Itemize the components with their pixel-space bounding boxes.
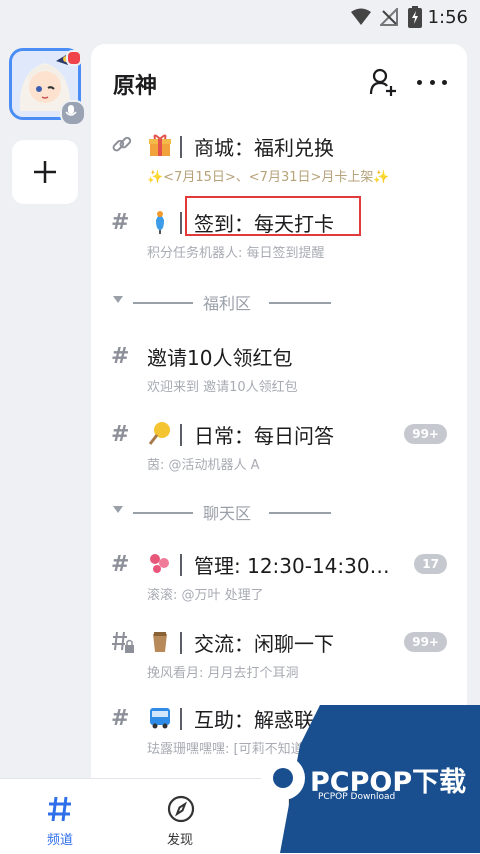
gift-icon <box>149 134 171 156</box>
hash-icon: # <box>111 552 130 577</box>
divider <box>133 302 193 304</box>
hash-icon: # <box>111 210 130 235</box>
cup-icon <box>153 632 167 652</box>
add-user-icon <box>369 68 396 96</box>
watermark-subtext: PCPOP Download <box>318 792 396 802</box>
hash-icon <box>48 796 71 822</box>
unread-badge: 99+ <box>404 424 447 444</box>
channel-title: 互助：解惑联 <box>194 708 314 732</box>
channel-title: 日常：每日问答 <box>194 424 334 448</box>
category-chat[interactable]: 聊天区 <box>91 500 467 524</box>
channel-subtitle: 茵: @活动机器人 A <box>147 458 260 473</box>
chevron-down-icon <box>113 506 123 513</box>
hash-icon: # <box>111 344 130 369</box>
channel-subtitle: 欢迎来到 邀请10人领红包 <box>147 380 298 395</box>
divider <box>133 512 193 514</box>
channel-item-chat[interactable]: 交流：闲聊一下 99+ 挽风看月: 月月去打个耳洞 <box>91 624 467 684</box>
separator <box>180 708 182 730</box>
add-member-button[interactable] <box>369 68 397 100</box>
notification-dot <box>66 50 82 66</box>
guild-name: 原神 <box>113 74 158 99</box>
battery-charging-icon <box>408 6 422 28</box>
channel-item-help[interactable]: # 互助：解惑联 珐露珊嘿嘿嘿: [可莉不知道呀 <box>91 700 467 760</box>
category-welfare[interactable]: 福利区 <box>91 290 467 314</box>
signal-off-icon <box>380 8 398 26</box>
user-icon <box>408 796 434 822</box>
channel-panel: 原神 商城：福利兑换 ✨<7月15日>、<7月31日>月卡上架✨ # 签到：每天… <box>91 44 467 784</box>
hash-icon: # <box>111 706 130 731</box>
channel-subtitle: 珐露珊嘿嘿嘿: [可莉不知道呀 <box>147 742 317 757</box>
divider <box>269 302 331 304</box>
add-guild-button[interactable] <box>12 140 78 204</box>
status-time: 1:56 <box>427 7 468 28</box>
tab-label: 频道 <box>46 833 73 848</box>
tab-channels[interactable]: 频道 <box>0 779 120 854</box>
separator <box>180 424 182 446</box>
channel-subtitle: ✨<7月15日>、<7月31日>月卡上架✨ <box>147 170 390 185</box>
channel-title: 商城：福利兑换 <box>194 136 334 160</box>
bus-icon <box>150 708 170 729</box>
separator <box>180 554 182 576</box>
tab-discover[interactable]: 发现 <box>120 779 240 854</box>
more-options-button[interactable] <box>417 68 447 96</box>
separator <box>180 632 182 654</box>
voice-icon <box>60 100 86 126</box>
tab-label: 发现 <box>166 833 193 848</box>
unread-badge: 17 <box>414 554 447 574</box>
category-label: 聊天区 <box>203 504 252 523</box>
channel-item-daily[interactable]: # 日常：每日问答 99+ 茵: @活动机器人 A <box>91 416 467 476</box>
hash-lock-icon <box>112 631 134 653</box>
channel-subtitle: 积分任务机器人: 每日签到提醒 <box>147 246 325 261</box>
separator <box>180 212 182 234</box>
plus-icon <box>34 161 56 183</box>
channel-subtitle: 挽风看月: 月月去打个耳洞 <box>147 666 299 681</box>
divider <box>269 512 331 514</box>
link-icon <box>112 136 132 152</box>
lollipop-icon <box>148 422 170 445</box>
tab-label: 我 <box>413 833 427 848</box>
channel-item-shop[interactable]: 商城：福利兑换 ✨<7月15日>、<7月31日>月卡上架✨ <box>91 128 467 188</box>
separator <box>180 136 182 158</box>
drink-icon <box>156 211 164 234</box>
tab-label: 消息 <box>286 833 313 848</box>
wifi-icon <box>351 8 371 25</box>
unread-badge: 99+ <box>404 632 447 652</box>
hearts-icon <box>150 554 169 573</box>
category-label: 福利区 <box>203 294 252 313</box>
chevron-down-icon <box>113 296 123 303</box>
channel-title: 邀请10人领红包 <box>147 346 293 370</box>
channel-item-admin[interactable]: # 管理: 12:30-14:30滚... 17 滚滚: @万叶 处理了 <box>91 546 467 606</box>
compass-icon <box>167 795 195 823</box>
channel-subtitle: 滚滚: @万叶 处理了 <box>147 588 264 603</box>
channel-item-invite[interactable]: # 邀请10人领红包 欢迎来到 邀请10人领红包 <box>91 338 467 398</box>
highlight-box <box>185 196 361 236</box>
hash-icon: # <box>111 422 130 447</box>
status-bar: 1:56 <box>0 0 480 34</box>
channel-title: 交流：闲聊一下 <box>194 632 334 656</box>
channel-title: 管理: 12:30-14:30滚... <box>194 554 404 578</box>
